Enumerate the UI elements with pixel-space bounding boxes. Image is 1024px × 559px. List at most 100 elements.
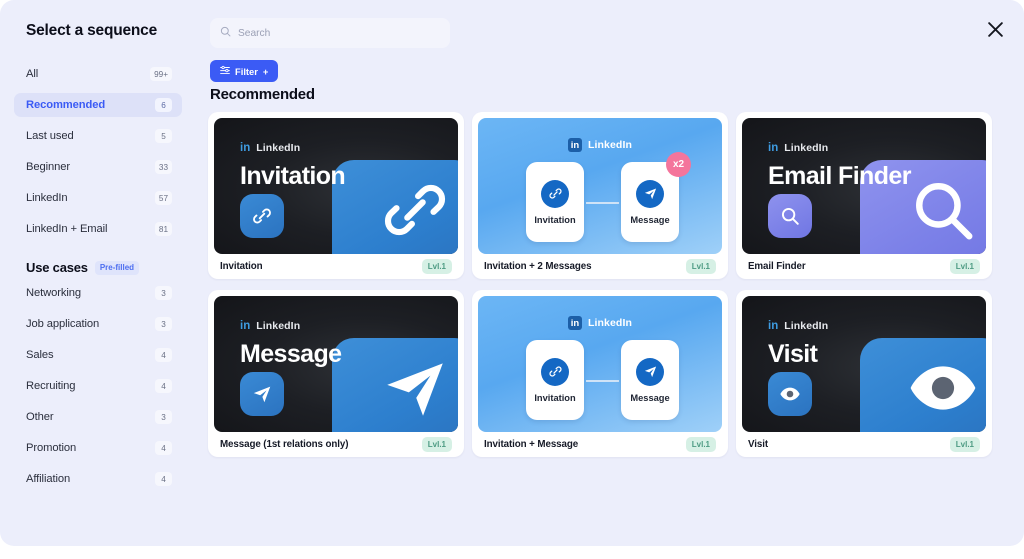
sequence-card[interactable]: in LinkedIn Email Finder Email Finder Lvl… [736,112,992,279]
link-icon [548,188,562,199]
sidebar-item-linkedin-email[interactable]: LinkedIn + Email 81 [14,217,182,241]
use-case-item-other[interactable]: Other 3 [14,405,182,429]
nav-item-count: 4 [155,441,172,455]
card-title: Invitation + 2 Messages [484,261,592,272]
artwork-icon-chip [240,194,284,238]
page-title: Select a sequence [26,22,158,39]
sequence-node[interactable]: Invitation [526,340,584,420]
level-badge: Lvl.1 [949,259,980,274]
node-connector [586,202,619,204]
filter-button-label: Filter [235,65,258,77]
filter-button[interactable]: Filter + [210,60,279,82]
close-button[interactable] [982,16,1008,42]
card-footer: Invitation + Message Lvl.1 [478,432,722,457]
eye-icon [910,366,976,410]
nav-item-label: Networking [26,287,81,299]
card-footer: Email Finder Lvl.1 [742,254,986,279]
nav-item-label: Sales [26,349,54,361]
use-case-item-job-application[interactable]: Job application 3 [14,312,182,336]
sequence-card[interactable]: in LinkedIn Visit Visit Lvl.1 [736,290,992,457]
use-case-item-networking[interactable]: Networking 3 [14,281,182,305]
artwork-icon-chip [768,372,812,416]
nav-item-label: All [26,68,39,80]
nav-item-label: LinkedIn [26,192,68,204]
sequence-node[interactable]: Message [621,340,679,420]
node-label: Invitation [534,214,576,225]
node-icon-wrap [541,357,569,386]
nav-item-count: 57 [154,191,172,205]
provider-label: LinkedIn [588,139,632,151]
linkedin-badge: in LinkedIn [768,320,828,332]
linkedin-logo-icon: in [568,138,582,152]
use-case-item-promotion[interactable]: Promotion 4 [14,436,182,460]
linkedin-logo-icon: in [768,142,779,154]
level-badge: Lvl.1 [685,437,716,452]
sequence-card[interactable]: in LinkedIn Invitation Invitation Lvl.1 [208,112,464,279]
use-case-item-sales[interactable]: Sales 4 [14,343,182,367]
nav-item-count: 6 [155,98,172,112]
filter-sliders-icon [220,65,230,77]
provider-label: LinkedIn [784,142,829,154]
search-input[interactable] [238,27,418,39]
search-bar[interactable] [210,18,450,48]
nav-item-count: 33 [154,160,172,174]
node-label: Invitation [534,392,576,403]
node-connector [586,380,619,382]
search-icon [781,207,799,225]
nav-item-label: Affiliation [26,473,71,485]
sidebar-item-all[interactable]: All 99+ [14,62,182,86]
nav-item-label: Promotion [26,442,77,454]
artwork-title: Invitation [240,162,346,190]
artwork-large-icon [378,173,452,252]
nav-item-label: Recommended [26,99,106,111]
close-icon [987,21,1003,37]
nav-item-count: 81 [154,222,172,236]
nav-item-count: 99+ [150,67,172,81]
eye-icon [780,387,800,401]
artwork-large-icon [906,173,980,252]
node-label: Message [630,214,670,225]
filter-plus-icon: + [262,65,269,77]
nav-item-label: Job application [26,318,100,330]
linkedin-logo-icon: in [568,316,582,330]
provider-label: LinkedIn [256,320,301,332]
linkedin-logo-icon: in [768,320,779,332]
use-cases-title: Use cases [26,260,88,275]
use-cases-header: Use cases Pre-filled [26,260,182,275]
card-title: Invitation [220,261,263,272]
level-badge: Lvl.1 [949,437,980,452]
linkedin-badge: in LinkedIn [768,142,828,154]
section-title: Recommended [210,86,315,103]
card-footer: Invitation Lvl.1 [214,254,458,279]
link-icon [384,184,446,236]
sequence-card[interactable]: in LinkedIn Invitation Message x2 Invitat… [472,112,728,279]
nav-item-count: 3 [155,410,172,424]
level-badge: Lvl.1 [421,259,452,274]
sidebar-item-last-used[interactable]: Last used 5 [14,124,182,148]
sidebar-item-recommended[interactable]: Recommended 6 [14,93,182,117]
card-artwork: in LinkedIn Invitation Message [478,296,722,432]
sidebar-item-linkedin[interactable]: LinkedIn 57 [14,186,182,210]
sequence-card[interactable]: in LinkedIn Message Message (1st relation… [208,290,464,457]
sequence-node[interactable]: Invitation [526,162,584,242]
artwork-large-icon [906,351,980,430]
linkedin-badge: in LinkedIn [240,320,300,332]
card-artwork: in LinkedIn Message [214,296,458,432]
use-case-item-affiliation[interactable]: Affiliation 4 [14,467,182,491]
sequence-card-grid: in LinkedIn Invitation Invitation Lvl.1 i… [208,112,1008,457]
link-icon [548,366,562,377]
link-icon [253,208,271,224]
level-badge: Lvl.1 [685,259,716,274]
nav-item-label: Recruiting [26,380,76,392]
card-title: Message (1st relations only) [220,439,349,450]
multiplier-badge: x2 [666,152,691,177]
provider-label: LinkedIn [256,142,301,154]
card-title: Invitation + Message [484,439,579,450]
sidebar-item-beginner[interactable]: Beginner 33 [14,155,182,179]
card-title: Email Finder [748,261,806,272]
sequence-card[interactable]: in LinkedIn Invitation Message Invitatio… [472,290,728,457]
artwork-title: Message [240,340,342,368]
use-case-item-recruiting[interactable]: Recruiting 4 [14,374,182,398]
send-icon [253,386,271,403]
artwork-icon-chip [768,194,812,238]
